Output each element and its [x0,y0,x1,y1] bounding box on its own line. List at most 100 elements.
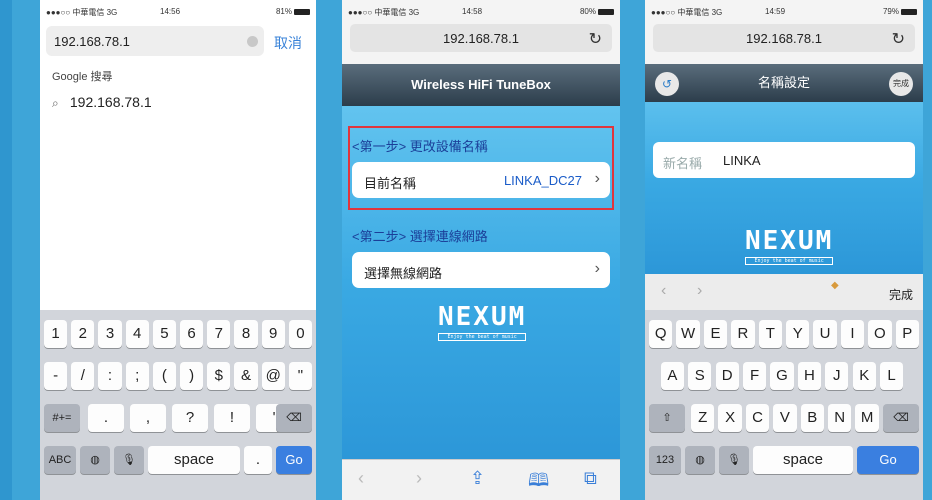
select-network-row[interactable]: 選擇無線網路 › [352,252,610,288]
bookmarks-icon[interactable]: 🕮 [528,468,549,498]
key-punct[interactable]: ? [172,404,208,432]
key-5[interactable]: 5 [152,320,176,348]
back-icon[interactable]: ‹ [358,468,364,489]
key-7[interactable]: 7 [207,320,231,348]
key-n[interactable]: N [828,404,852,432]
browser-toolbar: ‹ › ⇪ 🕮 ⧉ [342,459,620,500]
globe-icon[interactable]: ◍ [685,446,715,474]
key-h[interactable]: H [797,362,822,390]
key-punct[interactable]: , [130,404,166,432]
chevron-right-icon: › [594,170,600,187]
done-circle-button[interactable]: 完成 [889,72,913,96]
chevron-right-icon: › [594,260,600,277]
go-key[interactable]: Go [857,446,919,474]
abc-key[interactable]: ABC [44,446,76,474]
key-v[interactable]: V [773,404,797,432]
space-key[interactable]: space [148,446,240,474]
key-i[interactable]: I [840,320,865,348]
key-j[interactable]: J [825,362,849,390]
key-symbol[interactable]: @ [261,362,285,390]
key-2[interactable]: 2 [71,320,95,348]
battery-percent: 79% [882,7,899,16]
key-k[interactable]: K [852,362,876,390]
key-b[interactable]: B [800,404,824,432]
microphone-icon[interactable]: 🎙 [114,446,144,474]
key-x[interactable]: X [718,404,742,432]
key-symbol[interactable]: $ [207,362,231,390]
delete-key[interactable]: ⌫ [883,404,919,432]
key-m[interactable]: M [855,404,879,432]
clear-text-icon[interactable] [247,36,258,47]
key-9[interactable]: 9 [261,320,285,348]
key-symbol[interactable]: / [71,362,95,390]
key-l[interactable]: L [879,362,904,390]
key-d[interactable]: D [715,362,739,390]
key-y[interactable]: Y [786,320,810,348]
accessory-done-button[interactable]: 完成 [889,286,913,303]
new-name-field[interactable]: 新名稱 LINKA [653,142,915,178]
key-u[interactable]: U [813,320,837,348]
key-symbol[interactable]: ; [125,362,149,390]
key-q[interactable]: Q [649,320,673,348]
key-symbol[interactable]: ( [152,362,176,390]
key-symbol[interactable]: ) [180,362,204,390]
key-1[interactable]: 1 [44,320,68,348]
microphone-icon[interactable]: 🎙 [719,446,749,474]
key-f[interactable]: F [742,362,767,390]
current-name-label: 目前名稱 [364,176,417,191]
previous-field-icon[interactable]: ‹ [661,282,666,300]
address-input[interactable]: 192.168.78.1 [46,26,264,56]
tabs-icon[interactable]: ⧉ [584,468,597,489]
next-field-icon[interactable]: › [697,282,702,300]
logo-tagline: Enjoy the beat of music [745,257,834,265]
go-key[interactable]: Go [276,446,312,474]
key-symbol[interactable]: : [98,362,122,390]
reload-icon[interactable]: ↻ [892,29,905,49]
delete-key[interactable]: ⌫ [276,404,312,432]
key-g[interactable]: G [770,362,794,390]
keyboard-accessory-bar: ‹ › ◆ 完成 [645,274,923,311]
key-o[interactable]: O [868,320,892,348]
phone-screen-3: ●●●○○ 中華電信 3G 14:59 79% 192.168.78.1 ↻ ↺… [645,0,923,500]
key-4[interactable]: 4 [125,320,149,348]
back-circle-icon[interactable]: ↺ [655,72,679,96]
address-bar[interactable]: 192.168.78.1 ↻ [653,24,915,52]
key-3[interactable]: 3 [98,320,122,348]
key-p[interactable]: P [895,320,919,348]
phone-screen-2: ●●●○○ 中華電信 3G 14:58 80% 192.168.78.1 ↻ W… [342,0,620,500]
key-0[interactable]: 0 [288,320,312,348]
carrier-signal: ●●●○○ 中華電信 3G [651,8,723,17]
numbers-mode-key[interactable]: 123 [649,446,681,474]
cancel-button[interactable]: 取消 [274,33,302,53]
key-w[interactable]: W [676,320,700,348]
key-punct[interactable]: ! [214,404,250,432]
search-suggestion[interactable]: ⌕ 192.168.78.1 [52,94,152,111]
key-e[interactable]: E [703,320,728,348]
key-t[interactable]: T [758,320,782,348]
symbols-mode-key[interactable]: #+= [44,404,80,432]
key-6[interactable]: 6 [180,320,204,348]
space-key[interactable]: space [753,446,853,474]
key-symbol[interactable]: - [44,362,68,390]
key-a[interactable]: A [660,362,685,390]
key-r[interactable]: R [731,320,755,348]
nexum-logo: NEXUM Enjoy the beat of music [745,226,834,265]
key-z[interactable]: Z [691,404,715,432]
address-bar[interactable]: 192.168.78.1 ↻ [350,24,612,52]
settings-header: ↺ 名稱設定 完成 [645,64,923,102]
dot-key[interactable]: . [244,446,272,474]
key-symbol[interactable]: & [234,362,258,390]
logo-text: NEXUM [438,302,527,332]
key-c[interactable]: C [745,404,770,432]
key-symbol[interactable]: " [288,362,312,390]
current-name-row[interactable]: 目前名稱 LINKA_DC27 › [352,162,610,198]
status-bar: ●●●○○ 中華電信 3G 14:58 80% [342,0,620,22]
globe-icon[interactable]: ◍ [80,446,110,474]
shift-key[interactable]: ⇧ [649,404,685,432]
key-8[interactable]: 8 [234,320,258,348]
forward-icon[interactable]: › [416,468,422,489]
key-s[interactable]: S [688,362,712,390]
share-icon[interactable]: ⇪ [470,468,485,489]
reload-icon[interactable]: ↻ [589,29,602,49]
key-punct[interactable]: . [88,404,124,432]
